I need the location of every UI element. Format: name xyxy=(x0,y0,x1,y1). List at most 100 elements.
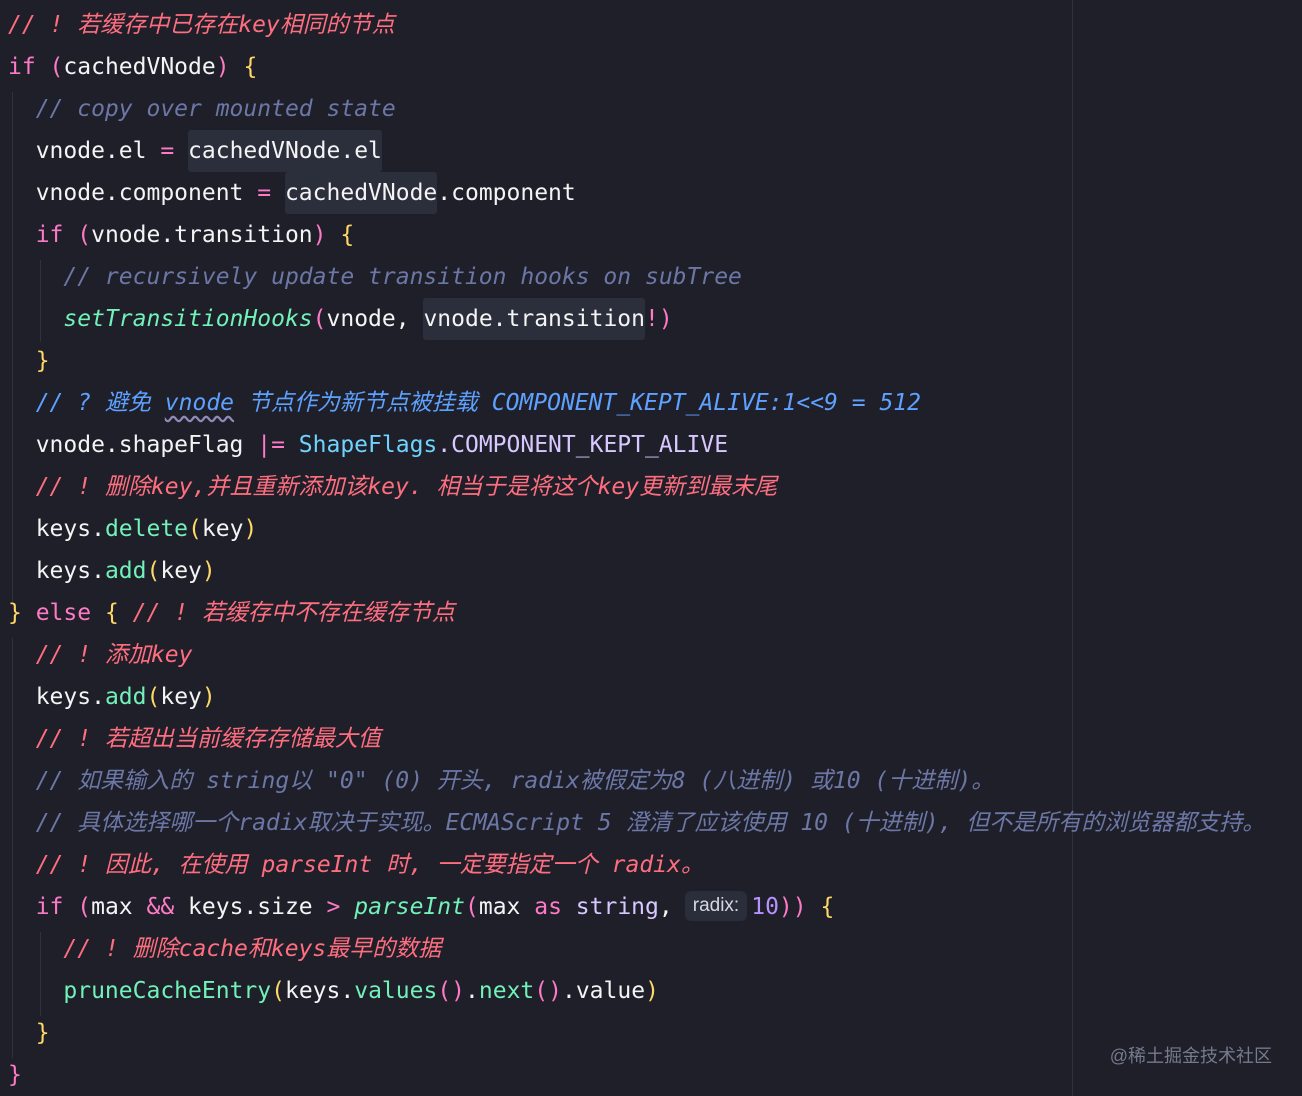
code-line[interactable]: // copy over mounted state xyxy=(8,88,396,130)
code-line[interactable]: // ! 若超出当前缓存存储最大值 xyxy=(8,718,381,760)
code-token: } xyxy=(8,348,50,374)
code-token: add xyxy=(104,684,147,710)
code-token: values xyxy=(354,978,438,1004)
code-token: ( xyxy=(63,222,92,248)
code-token: vnode, xyxy=(326,306,424,332)
code-line[interactable]: } xyxy=(8,1054,22,1096)
code-line[interactable]: // 具体选择哪一个radix取决于实现。ECMAScript 5 澄清了应该使… xyxy=(8,802,1266,844)
code-token: // ? 避免 xyxy=(8,390,165,416)
code-token: ( xyxy=(146,684,161,710)
code-token: ) xyxy=(658,306,673,332)
code-line[interactable]: } else { // ! 若缓存中不存在缓存节点 xyxy=(8,592,455,634)
code-token: = xyxy=(160,138,189,164)
code-token: key xyxy=(201,516,244,542)
code-token: delete xyxy=(104,516,189,542)
code-token: pruneCacheEntry xyxy=(8,978,272,1004)
code-token: vnode.el xyxy=(8,138,161,164)
code-token: // 具体选择哪一个radix取决于实现。ECMAScript 5 澄清了应该使… xyxy=(8,810,1266,836)
code-token: .COMPONENT_KEPT_ALIVE xyxy=(437,432,729,458)
code-token: } xyxy=(8,600,36,626)
code-line[interactable]: // ! 删除cache和keys最早的数据 xyxy=(8,928,441,970)
code-token: cachedVNode.el xyxy=(188,130,382,172)
code-line[interactable]: // ! 若缓存中已存在key相同的节点 xyxy=(8,4,395,46)
code-token: vnode.transition xyxy=(91,222,313,248)
code-line[interactable]: } xyxy=(8,1012,50,1054)
code-token: ( xyxy=(465,894,479,920)
code-token: ( xyxy=(146,558,161,584)
code-token: () xyxy=(534,978,562,1004)
code-line[interactable]: } xyxy=(8,340,50,382)
code-token: . xyxy=(465,978,479,1004)
code-line[interactable]: // ? 避免 vnode 节点作为新节点被挂载 COMPONENT_KEPT_… xyxy=(8,382,921,424)
code-token: )) xyxy=(778,894,807,920)
code-token: ! xyxy=(645,306,659,332)
code-token: if xyxy=(8,222,64,248)
code-token: // ! 删除cache和keys最早的数据 xyxy=(8,936,442,962)
code-token: ) xyxy=(201,558,216,584)
code-token: && xyxy=(146,894,189,920)
code-token: { xyxy=(91,600,133,626)
code-line[interactable]: if (vnode.transition) { xyxy=(8,214,355,256)
code-line[interactable]: keys.add(key) xyxy=(8,550,216,592)
code-token: .value xyxy=(561,978,646,1004)
code-token: = xyxy=(257,180,285,206)
code-token: cachedVNode xyxy=(63,54,216,80)
code-token: // ! 若缓存中不存在缓存节点 xyxy=(132,600,455,626)
code-token: keys. xyxy=(8,558,105,584)
code-token: ( xyxy=(35,54,64,80)
code-token: ) xyxy=(645,978,659,1004)
code-token: // 如果输入的 string以 "0" (0) 开头, radix被假定为8 … xyxy=(8,768,995,794)
code-line[interactable]: if (max && keys.size > parseInt(max as s… xyxy=(8,886,834,928)
code-line[interactable]: vnode.component = cachedVNode.component xyxy=(8,172,576,214)
code-token: add xyxy=(104,558,147,584)
code-token: keys. xyxy=(8,516,105,542)
code-token: , xyxy=(658,894,673,920)
code-line[interactable]: pruneCacheEntry(keys.values().next().val… xyxy=(8,970,659,1012)
code-token: ShapeFlags xyxy=(298,432,438,458)
code-token: // ! 若缓存中已存在key相同的节点 xyxy=(8,12,395,38)
code-line[interactable]: // ! 删除key,并且重新添加该key. 相当于是将这个key更新到最末尾 xyxy=(8,466,777,508)
code-token: } xyxy=(8,1062,22,1088)
code-token: ( xyxy=(271,978,285,1004)
code-line[interactable]: // recursively update transition hooks o… xyxy=(8,256,742,298)
code-line[interactable]: keys.delete(key) xyxy=(8,508,258,550)
code-line[interactable]: // 如果输入的 string以 "0" (0) 开头, radix被假定为8 … xyxy=(8,760,995,802)
code-line[interactable]: vnode.shapeFlag |= ShapeFlags.COMPONENT_… xyxy=(8,424,728,466)
code-token: next xyxy=(478,978,535,1004)
code-token: ) xyxy=(201,684,216,710)
code-token: { xyxy=(806,894,835,920)
code-token: { xyxy=(229,54,258,80)
code-token: 节点作为新节点被挂载 COMPONENT_KEPT_ALIVE:1<<9 = 5… xyxy=(234,390,921,416)
code-line[interactable]: keys.add(key) xyxy=(8,676,216,718)
code-token: ) xyxy=(215,54,230,80)
code-token: > xyxy=(326,894,355,920)
code-token: |= xyxy=(257,432,299,458)
code-token: ( xyxy=(188,516,202,542)
code-line[interactable]: // ! 因此, 在使用 parseInt 时, 一定要指定一个 radix。 xyxy=(8,844,704,886)
code-token: else xyxy=(35,600,92,626)
code-token: ( xyxy=(312,306,327,332)
code-token: key xyxy=(160,558,202,584)
code-token: vnode.transition xyxy=(423,298,645,340)
code-token: vnode.component xyxy=(8,180,258,206)
code-token: { xyxy=(326,222,355,248)
code-token: if xyxy=(8,54,36,80)
code-editor[interactable]: // ! 若缓存中已存在key相同的节点 if (cachedVNode) { /… xyxy=(0,0,1302,1096)
code-token: parseInt xyxy=(354,894,465,920)
code-token: if xyxy=(8,894,64,920)
watermark-text: @稀土掘金技术社区 xyxy=(1109,1046,1272,1066)
code-token: keys. xyxy=(284,978,355,1004)
code-token: // ! 因此, 在使用 parseInt 时, 一定要指定一个 radix。 xyxy=(8,852,704,878)
code-line[interactable]: vnode.el = cachedVNode.el xyxy=(8,130,382,172)
code-token: () xyxy=(437,978,466,1004)
code-token: max xyxy=(91,894,147,920)
code-token: cachedVNode xyxy=(284,172,438,214)
code-token: setTransitionHooks xyxy=(8,306,313,332)
code-token: // copy over mounted state xyxy=(8,96,396,122)
code-line[interactable]: setTransitionHooks(vnode, vnode.transiti… xyxy=(8,298,673,340)
code-line[interactable]: if (cachedVNode) { xyxy=(8,46,257,88)
code-line[interactable]: // ! 添加key xyxy=(8,634,193,676)
code-token: vnode xyxy=(164,390,235,416)
code-token: max xyxy=(478,894,535,920)
parameter-hint: radix: xyxy=(684,890,748,921)
